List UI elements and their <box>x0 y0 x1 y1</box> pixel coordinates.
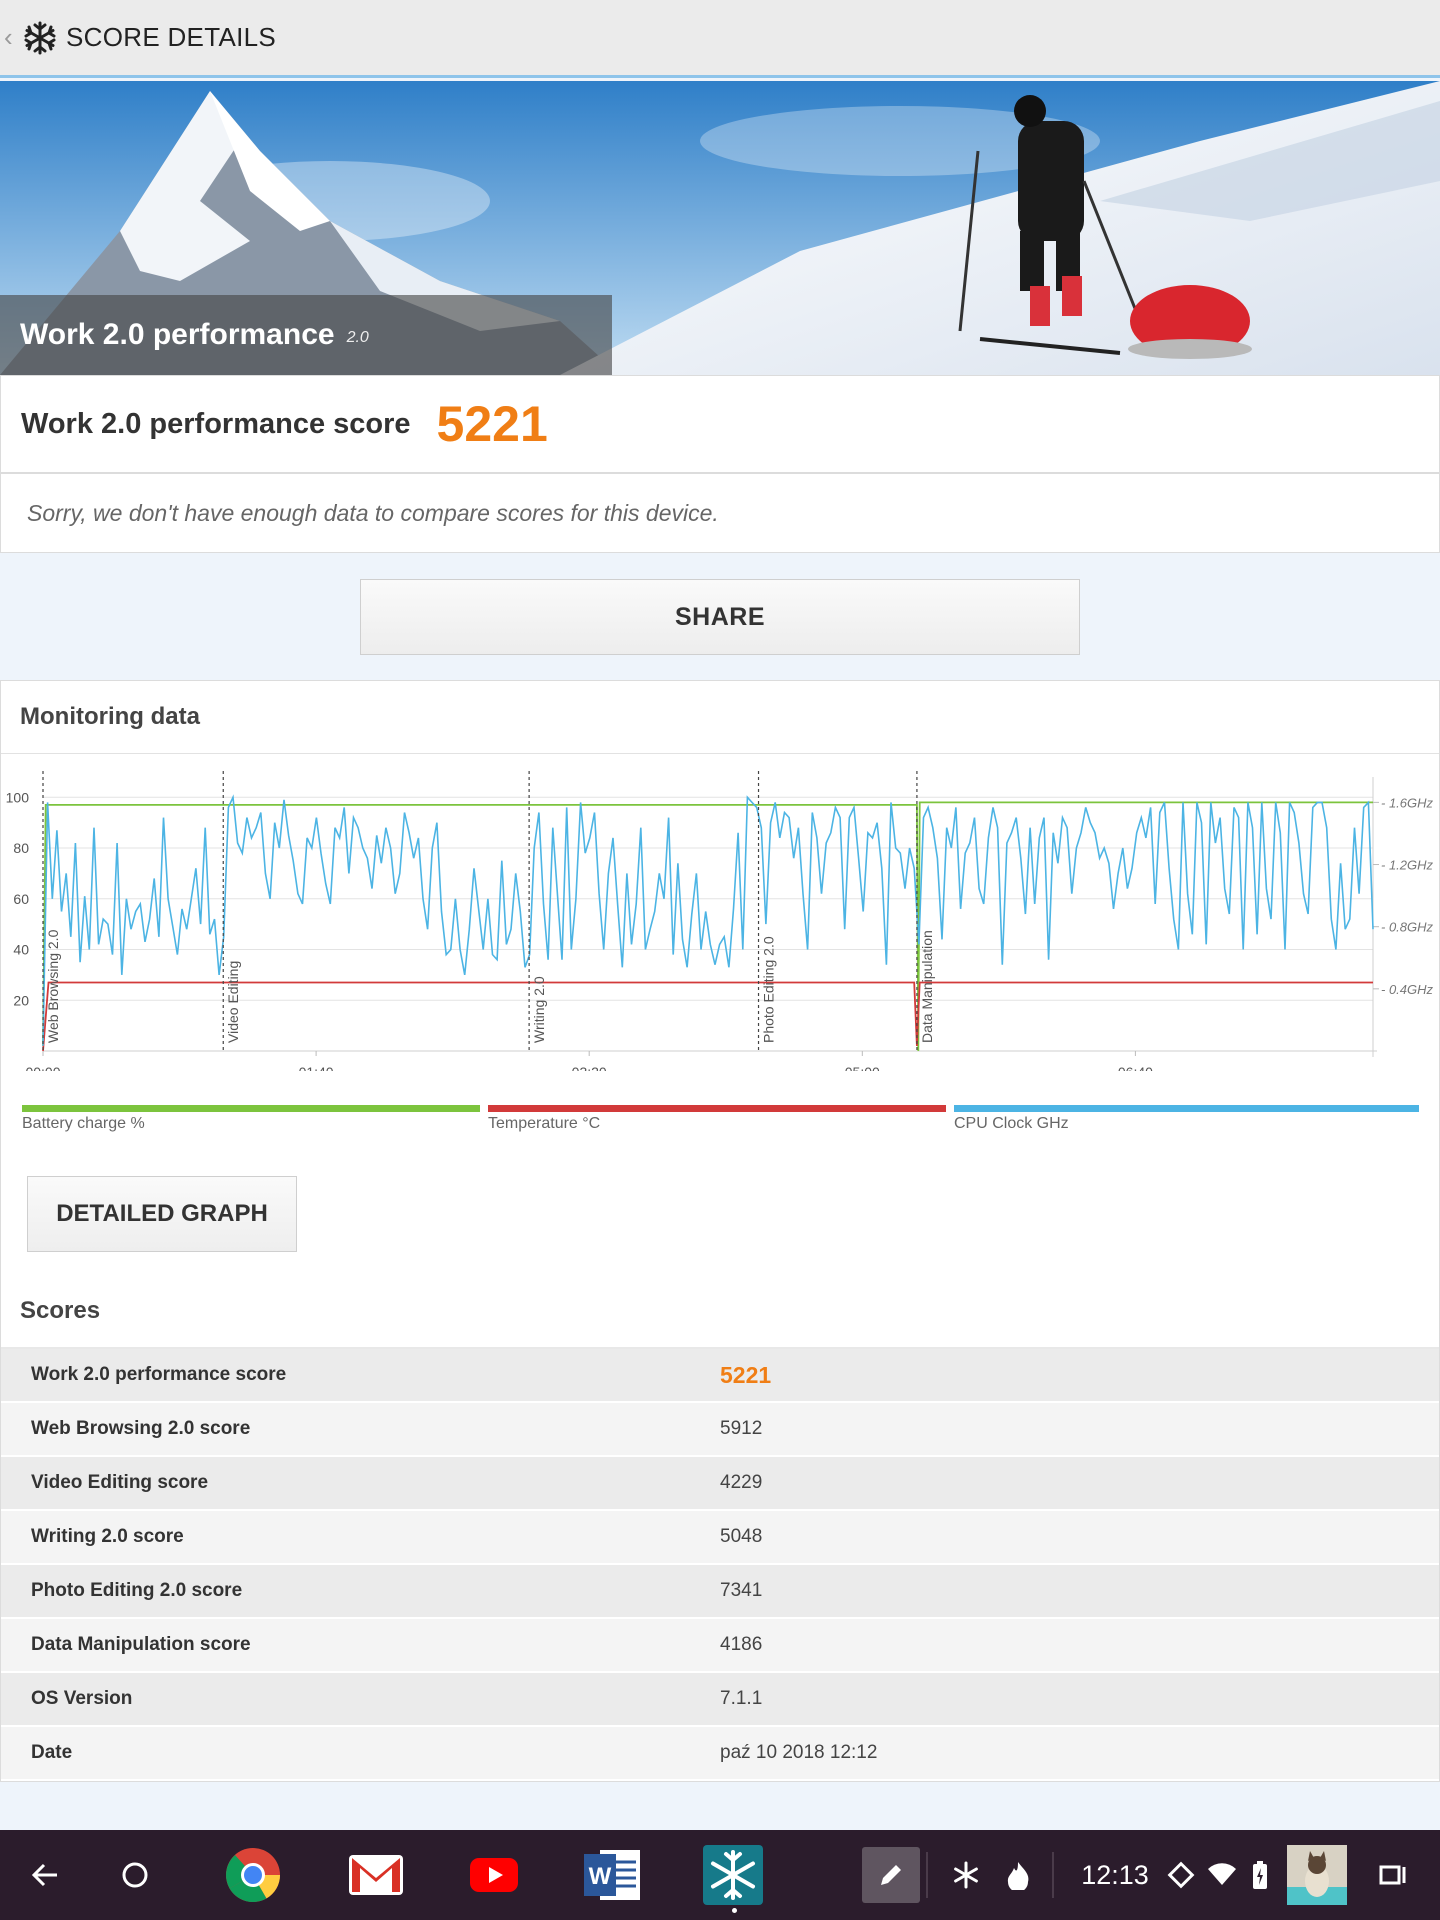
taskbar: W 12:13 <box>0 1830 1440 1920</box>
legend-temperature-swatch <box>488 1105 946 1112</box>
y2-tick-label: - 0.8GHz <box>1381 920 1434 935</box>
phase-marker-label: Data Manipulation <box>919 930 935 1043</box>
snowflake-logo-icon <box>24 21 56 54</box>
score-label: Work 2.0 performance score <box>21 407 411 440</box>
battery-icon <box>1248 1830 1272 1920</box>
legend-temperature: Temperature °C <box>488 1105 946 1135</box>
avatar[interactable] <box>1286 1830 1348 1920</box>
phase-marker-label: Photo Editing 2.0 <box>761 936 777 1043</box>
table-row: Date paź 10 2018 12:12 <box>1 1727 1439 1781</box>
table-row: Data Manipulation score 4186 <box>1 1619 1439 1673</box>
row-value: 5912 <box>720 1418 763 1439</box>
x-tick-label: 01:40 <box>299 1064 334 1071</box>
wifi-icon <box>1204 1830 1240 1920</box>
hero-banner: Work 2.0 performance 2.0 <box>0 81 1440 375</box>
score-value: 5221 <box>436 396 548 452</box>
pen-icon[interactable] <box>860 1830 922 1920</box>
home-icon[interactable] <box>110 1830 160 1920</box>
row-value: 5221 <box>720 1361 772 1388</box>
y-tick-label: 20 <box>13 992 29 1008</box>
clock: 12:13 <box>1081 1859 1149 1890</box>
table-row: Web Browsing 2.0 score 5912 <box>1 1403 1439 1457</box>
table-row: Writing 2.0 score 5048 <box>1 1511 1439 1565</box>
snowflake-icon[interactable] <box>948 1830 984 1920</box>
y2-tick-label: - 1.2GHz <box>1381 858 1434 873</box>
recents-icon[interactable] <box>1374 1830 1414 1920</box>
svg-text:W: W <box>589 1863 612 1890</box>
row-value: 5048 <box>720 1526 763 1547</box>
row-value: paź 10 2018 12:12 <box>720 1742 878 1763</box>
x-tick-label: 00:00 <box>25 1064 60 1071</box>
legend-temperature-label: Temperature °C <box>488 1115 601 1132</box>
y-tick-label: 100 <box>6 789 30 805</box>
series-line-temperature <box>42 981 1373 1052</box>
phase-marker-label: Video Editing <box>225 961 241 1043</box>
x-tick-label: 05:00 <box>845 1064 880 1071</box>
y-tick-label: 80 <box>13 840 29 856</box>
monitoring-chart: 20 40 60 80 100 - 0.4GHz - 0.8GHz - 1.2GHz - 1.6… <box>6 771 1434 1071</box>
word-icon[interactable]: W <box>580 1830 644 1920</box>
row-value: 4229 <box>720 1472 763 1493</box>
series-line-cpu-clock <box>42 794 1374 1046</box>
fire-icon[interactable] <box>1000 1830 1036 1920</box>
monitoring-title: Monitoring data <box>20 703 200 730</box>
row-value: 7341 <box>720 1580 763 1601</box>
legend-battery: Battery charge % <box>22 1105 480 1135</box>
legend-cpu-clock: CPU Clock GHz <box>954 1105 1419 1135</box>
active-app-dot <box>732 1908 737 1913</box>
row-label: OS Version <box>31 1688 133 1709</box>
monitoring-card: Monitoring data 20 40 60 80 100 - 0.4GHz - 0.8… <box>0 680 1440 1782</box>
detailed-graph-button[interactable]: DETAILED GRAPH <box>27 1176 297 1252</box>
table-row: Video Editing score 4229 <box>1 1457 1439 1511</box>
chrome-icon[interactable] <box>222 1830 284 1920</box>
table-row: Photo Editing 2.0 score 7341 <box>1 1565 1439 1619</box>
divider <box>1 753 1439 754</box>
row-value: 7.1.1 <box>720 1688 763 1709</box>
y-tick-label: 60 <box>13 891 29 907</box>
youtube-icon[interactable] <box>468 1830 520 1920</box>
tray-divider <box>926 1852 928 1898</box>
scores-table: Work 2.0 performance score 5221 Web Brows… <box>1 1347 1439 1781</box>
back-chevron-icon[interactable]: ‹ <box>4 22 18 53</box>
app-bar: ‹ SCORE DETAILS <box>0 0 1440 78</box>
row-label: Photo Editing 2.0 score <box>31 1580 243 1601</box>
tray-divider <box>1052 1852 1054 1898</box>
legend-cpu-clock-swatch <box>954 1105 1419 1112</box>
phase-marker-label: Web Browsing 2.0 <box>45 929 61 1043</box>
row-label: Work 2.0 performance score <box>31 1364 287 1385</box>
y-tick-label: 40 <box>13 942 29 958</box>
row-label: Web Browsing 2.0 score <box>31 1418 251 1439</box>
legend-cpu-clock-label: CPU Clock GHz <box>954 1115 1069 1132</box>
table-row: OS Version 7.1.1 <box>1 1673 1439 1727</box>
legend-battery-swatch <box>22 1105 480 1112</box>
phase-marker-label: Writing 2.0 <box>531 976 547 1043</box>
row-label: Video Editing score <box>31 1472 209 1493</box>
back-icon[interactable] <box>20 1830 70 1920</box>
hero-caption: Work 2.0 performance 2.0 <box>0 295 612 375</box>
rotate-icon[interactable] <box>1164 1830 1198 1920</box>
benchmark-version: 2.0 <box>346 329 369 346</box>
share-button[interactable]: SHARE <box>360 579 1080 655</box>
row-label: Writing 2.0 score <box>31 1526 184 1547</box>
x-tick-label: 03:20 <box>572 1064 607 1071</box>
row-label: Data Manipulation score <box>31 1634 251 1655</box>
y2-tick-label: - 0.4GHz <box>1381 982 1434 997</box>
table-row: Work 2.0 performance score 5221 <box>1 1349 1439 1403</box>
3dmark-icon[interactable] <box>700 1830 766 1920</box>
gmail-icon[interactable] <box>344 1830 408 1920</box>
compare-note-text: Sorry, we don't have enough data to comp… <box>27 499 719 526</box>
x-tick-label: 06:40 <box>1118 1064 1153 1071</box>
row-label: Date <box>31 1742 73 1763</box>
score-card: Work 2.0 performance score 5221 <box>0 375 1440 473</box>
benchmark-name: Work 2.0 performance <box>20 318 335 351</box>
scores-title: Scores <box>20 1297 101 1324</box>
y2-tick-label: - 1.6GHz <box>1381 795 1434 810</box>
legend-battery-label: Battery charge % <box>22 1115 145 1132</box>
page-title: SCORE DETAILS <box>66 22 277 52</box>
row-value: 4186 <box>720 1634 763 1655</box>
compare-note: Sorry, we don't have enough data to comp… <box>0 473 1440 553</box>
